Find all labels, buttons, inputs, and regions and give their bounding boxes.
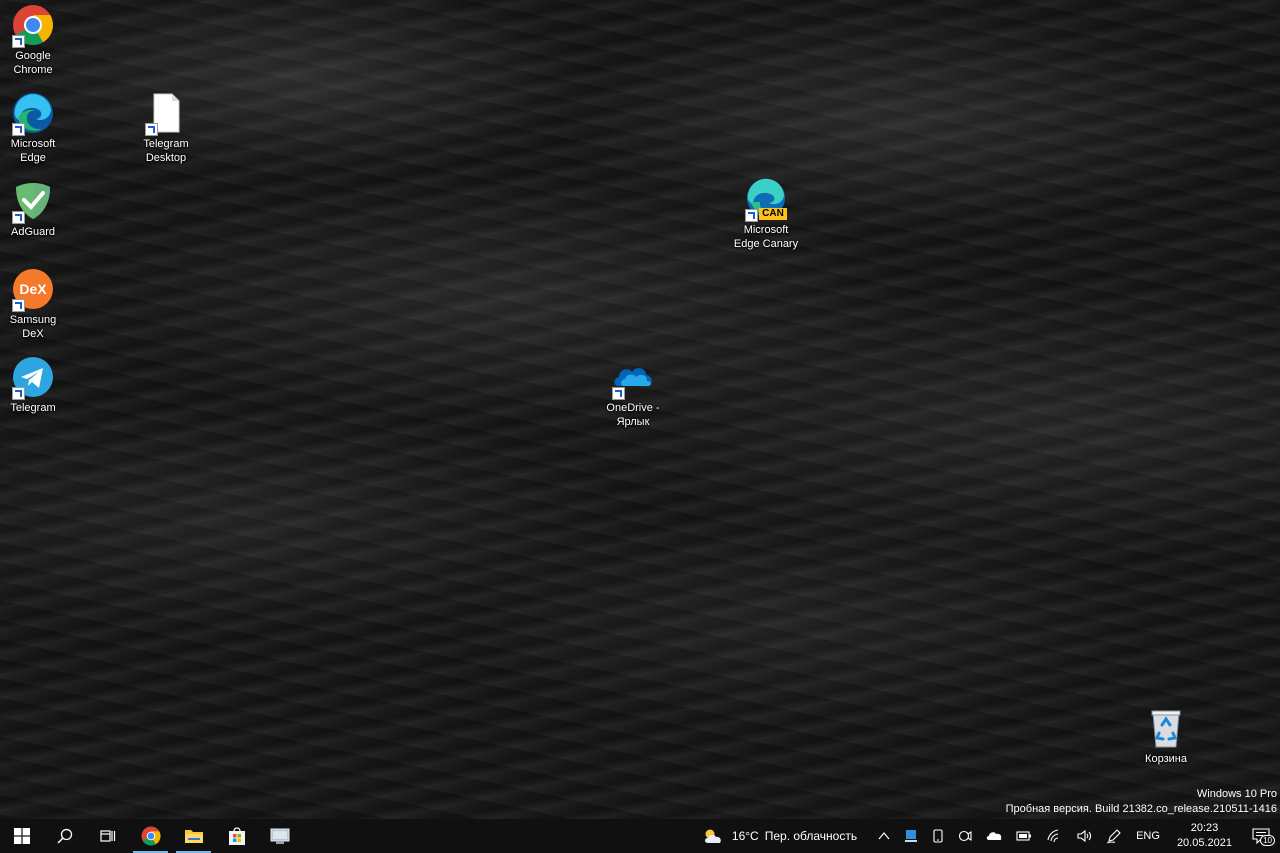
taskbar-app-remote-desktop[interactable]	[258, 819, 301, 853]
computer-window-icon	[270, 828, 289, 844]
desktop-icon-telegram[interactable]: Telegram	[0, 356, 70, 415]
desktop-icon-microsoft-edge[interactable]: Microsoft Edge	[0, 92, 70, 165]
shortcut-arrow-icon	[12, 387, 25, 400]
shortcut-arrow-icon	[612, 387, 625, 400]
shortcut-arrow-icon	[145, 123, 158, 136]
speaker-icon	[1077, 829, 1092, 843]
desktop-icon-recycle-bin[interactable]: Корзина	[1129, 707, 1203, 766]
chrome-icon	[140, 826, 161, 846]
desktop-icon-label: Samsung DeX	[9, 314, 57, 340]
clock-time: 20:23	[1190, 822, 1219, 834]
desktop-icon-label: Telegram Desktop	[143, 138, 189, 164]
desktop-icon-samsung-dex[interactable]: DeX Samsung DeX	[0, 268, 70, 341]
taskbar: 16°C Пер. облачность ENG 20:23 20.05.202…	[0, 819, 1280, 853]
weather-condition: Пер. облачность	[764, 829, 858, 843]
task-view-icon	[99, 830, 115, 842]
desktop-icon-label: Microsoft Edge	[10, 138, 56, 164]
watermark-build: Пробная версия. Build 21382.co_release.2…	[1005, 803, 1277, 815]
partly-cloudy-icon	[704, 829, 721, 843]
tray-onedrive[interactable]	[979, 819, 1009, 853]
taskbar-app-file-explorer[interactable]	[172, 819, 215, 853]
shortcut-arrow-icon	[745, 209, 758, 222]
folder-icon	[184, 830, 203, 843]
edge-canary-icon: CAN	[745, 178, 787, 222]
adguard-shield-icon	[12, 180, 54, 224]
clock-date: 20.05.2021	[1176, 837, 1232, 849]
edge-icon	[12, 92, 54, 136]
input-language-indicator[interactable]: ENG	[1129, 819, 1167, 853]
telegram-icon	[12, 356, 54, 400]
desktop-icon-adguard[interactable]: AdGuard	[0, 180, 70, 239]
tray-network[interactable]	[1039, 819, 1069, 853]
desktop-icon-microsoft-edge-canary[interactable]: CAN Microsoft Edge Canary	[729, 178, 803, 251]
tray-meet-now[interactable]	[951, 819, 979, 853]
blank-file-icon	[145, 92, 187, 136]
desktop-icon-onedrive-shortcut[interactable]: OneDrive - Ярлык	[596, 356, 670, 429]
search-button[interactable]	[43, 819, 86, 853]
tray-device-phone[interactable]	[925, 819, 951, 853]
taskbar-app-microsoft-store[interactable]	[215, 819, 258, 853]
recycle-bin-icon	[1145, 707, 1187, 749]
store-bag-icon	[228, 827, 245, 845]
battery-icon	[1016, 831, 1032, 841]
desktop-icon-label: OneDrive - Ярлык	[606, 402, 660, 428]
taskbar-app-chrome[interactable]	[129, 819, 172, 853]
chrome-icon	[12, 4, 54, 48]
weather-widget[interactable]: 16°C Пер. облачность	[695, 819, 871, 853]
show-hidden-icons-button[interactable]	[871, 819, 897, 853]
shortcut-arrow-icon	[12, 35, 25, 48]
blue-square-app-icon	[905, 830, 918, 842]
wifi-icon	[1047, 829, 1059, 843]
tray-pen-workspace[interactable]	[1099, 819, 1129, 853]
windows-logo-icon	[13, 828, 30, 844]
samsung-dex-icon: DeX	[12, 268, 54, 312]
canary-badge-text: CAN	[759, 208, 787, 220]
desktop-icon-label: Telegram	[10, 402, 56, 414]
tray-volume[interactable]	[1069, 819, 1099, 853]
desktop-icon-label: Microsoft Edge Canary	[733, 224, 799, 250]
task-view-button[interactable]	[86, 819, 129, 853]
desktop-icon-label: Корзина	[1145, 753, 1187, 765]
shortcut-arrow-icon	[12, 211, 25, 224]
onedrive-cloud-icon	[612, 356, 654, 400]
windows-build-watermark: Windows 10 Pro Пробная версия. Build 213…	[1006, 787, 1277, 817]
pen-icon	[1106, 829, 1121, 844]
watermark-edition: Windows 10 Pro	[1196, 788, 1277, 800]
taskbar-clock[interactable]: 20:23 20.05.2021	[1167, 819, 1242, 853]
shortcut-arrow-icon	[12, 123, 25, 136]
notification-count-badge: 10	[1260, 835, 1275, 846]
tray-app-display[interactable]	[897, 819, 925, 853]
tray-battery[interactable]	[1009, 819, 1039, 853]
desktop-icon-google-chrome[interactable]: Google Chrome	[0, 4, 70, 77]
desktop-icon-label: AdGuard	[10, 226, 56, 238]
search-icon	[56, 828, 72, 844]
action-center-button[interactable]: 10	[1242, 819, 1280, 853]
desktop-icon-telegram-desktop[interactable]: Telegram Desktop	[129, 92, 203, 165]
system-tray: 16°C Пер. облачность ENG 20:23 20.05.202…	[695, 819, 1280, 853]
phone-icon	[933, 829, 943, 843]
meet-now-icon	[959, 830, 972, 842]
shortcut-arrow-icon	[12, 299, 25, 312]
start-button[interactable]	[0, 819, 43, 853]
onedrive-tray-icon	[986, 832, 1002, 840]
desktop[interactable]: Google Chrome Microsoft Edge AdGuard DeX…	[0, 0, 1280, 853]
chevron-up-icon	[878, 832, 890, 840]
weather-temperature: 16°C	[731, 829, 759, 843]
desktop-icon-label: Google Chrome	[13, 50, 53, 76]
